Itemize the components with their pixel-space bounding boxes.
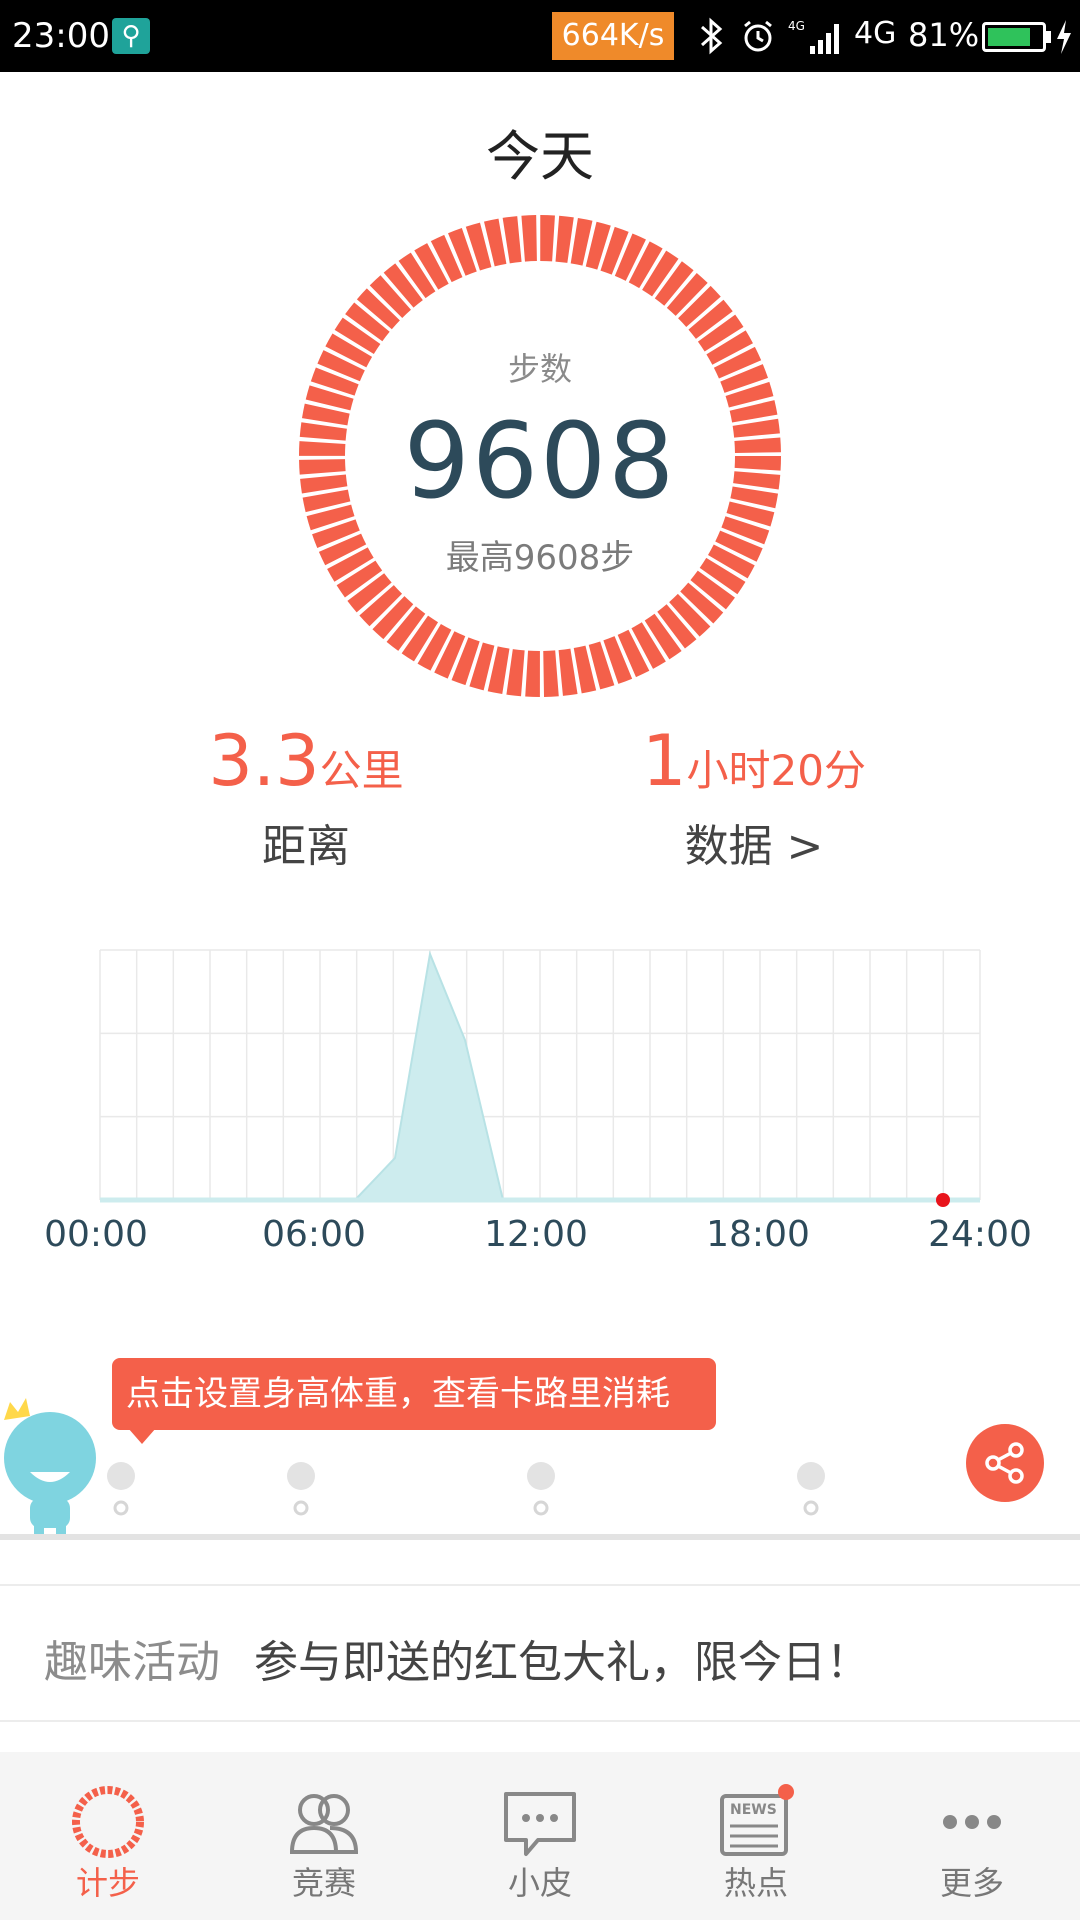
x-tick-3: 18:00: [706, 1214, 810, 1255]
duration-rest: 小时20分: [686, 746, 866, 795]
tip-tail: [128, 1428, 156, 1444]
tab-more[interactable]: 更多: [864, 1752, 1080, 1920]
battery-percent: 81%: [908, 16, 980, 54]
tab-label: 计步: [75, 1864, 140, 1902]
tab-competition[interactable]: 竞赛: [216, 1752, 432, 1920]
icecream-marker-icon[interactable]: [284, 1460, 318, 1516]
tab-label: 更多: [939, 1864, 1004, 1902]
activity-tag[interactable]: 趣味活动: [44, 1626, 220, 1690]
battery-cap: [1046, 31, 1051, 43]
bottom-tab-bar: 计步 竞赛 小皮 NEWS 热点 更多: [0, 1752, 1080, 1920]
tab-label: 竞赛: [291, 1864, 356, 1902]
status-time: 23:00: [12, 16, 110, 56]
current-time-marker: [936, 1193, 950, 1207]
distance-unit: 公里: [319, 746, 404, 795]
lightbulb-marker-icon[interactable]: [104, 1460, 138, 1516]
tab-label: 小皮: [507, 1864, 572, 1902]
svg-text:4G: 4G: [788, 19, 805, 33]
distance-label: 距离: [262, 821, 350, 872]
distance-value: 3.3: [208, 720, 320, 802]
cake-marker-icon[interactable]: [794, 1460, 828, 1516]
battery-icon: [982, 22, 1046, 52]
activity-text[interactable]: 参与即送的红包大礼，限今日！: [254, 1626, 870, 1690]
share-icon: [985, 1442, 1024, 1484]
divider: [0, 1584, 1080, 1586]
svg-text:NEWS: NEWS: [730, 1802, 777, 1818]
bluetooth-icon: [701, 17, 723, 55]
chart-grid: [99, 949, 981, 1201]
network-type: 4G: [854, 16, 897, 51]
charging-icon: [1057, 20, 1071, 54]
steps-label: 步数: [507, 350, 572, 388]
usb-icon: ⚲: [112, 18, 150, 54]
more-icon: [943, 1815, 1001, 1829]
chat-icon: [504, 1792, 576, 1856]
tab-label: 热点: [723, 1864, 788, 1902]
status-bar: 23:00 ⚲ 664K/s 4G 4G 81%: [0, 0, 1080, 72]
steps-best: 最高9608步: [445, 538, 635, 578]
divider: [0, 1720, 1080, 1722]
pedometer-icon: [72, 1786, 144, 1858]
alarm-icon: [744, 20, 772, 52]
x-tick-0: 00:00: [44, 1214, 148, 1255]
steps-chart: 00:00 06:00 12:00 18:00 24:00: [44, 949, 1032, 1255]
mascot-icon[interactable]: [0, 1380, 100, 1540]
share-button[interactable]: [966, 1424, 1044, 1502]
x-tick-2: 12:00: [484, 1214, 588, 1255]
timeline-divider: [0, 1534, 1080, 1540]
tab-pedometer[interactable]: 计步: [0, 1752, 216, 1920]
network-speed: 664K/s: [552, 12, 674, 60]
signal-icon: 4G: [788, 19, 839, 54]
people-icon: [289, 1794, 359, 1854]
x-tick-1: 06:00: [262, 1214, 366, 1255]
distance-stat: 3.3公里: [106, 720, 506, 802]
news-icon: NEWS: [720, 1784, 794, 1856]
x-tick-4: 24:00: [928, 1214, 1032, 1255]
tab-news[interactable]: NEWS 热点: [648, 1752, 864, 1920]
tab-xiaopi[interactable]: 小皮: [432, 1752, 648, 1920]
steps-value: 9608: [403, 400, 677, 522]
battery-level: [988, 28, 1031, 46]
duration-hours: 1: [642, 720, 687, 802]
duration-stat[interactable]: 1小时20分: [554, 720, 954, 802]
data-link[interactable]: 数据 >: [554, 810, 954, 874]
calorie-tip[interactable]: 点击设置身高体重，查看卡路里消耗: [112, 1358, 716, 1430]
page-title: 今天: [486, 125, 594, 188]
cup-marker-icon[interactable]: [524, 1460, 558, 1516]
